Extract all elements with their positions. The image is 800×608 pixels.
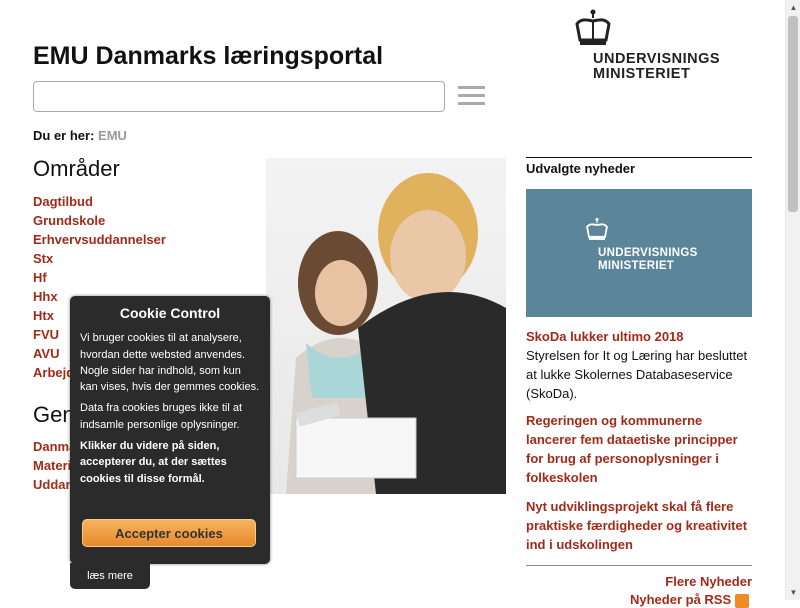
search-input[interactable] xyxy=(33,81,445,112)
area-link[interactable]: Stx xyxy=(33,249,212,268)
news-image-logo-line2: MINISTERIET xyxy=(598,260,675,272)
news-item: Nyt udviklingsprojekt skal få flere prak… xyxy=(526,497,752,554)
site-title[interactable]: EMU Danmarks læringsportal xyxy=(33,42,383,71)
ministry-logo[interactable]: UNDERVISNINGS MINISTERIET xyxy=(573,8,743,88)
areas-heading: Områder xyxy=(33,156,120,181)
cookie-text: Data fra cookies bruges ikke til at inds… xyxy=(80,402,243,431)
news-image[interactable]: UNDERVISNINGS MINISTERIET xyxy=(526,189,752,317)
news-item: SkoDa lukker ultimo 2018 Styrelsen for I… xyxy=(526,327,752,403)
crown-icon xyxy=(586,217,608,240)
breadcrumb-label: Du er her: xyxy=(33,128,95,143)
scroll-down-arrow-icon[interactable]: ▼ xyxy=(786,585,800,600)
read-more-button[interactable]: læs mere xyxy=(70,563,150,589)
news-item-title[interactable]: SkoDa lukker ultimo 2018 xyxy=(526,327,752,346)
scrollbar-thumb[interactable] xyxy=(788,16,798,212)
more-news-link[interactable]: Flere Nyheder xyxy=(526,565,752,589)
cookie-title: Cookie Control xyxy=(119,305,221,321)
cookie-control-dialog: Cookie Control Vi bruger cookies til at … xyxy=(70,296,270,564)
rss-icon xyxy=(735,593,750,608)
news-item-title[interactable]: Regeringen og kommunerne lancerer fem da… xyxy=(526,411,752,487)
hamburger-menu-icon[interactable] xyxy=(458,86,485,106)
area-link[interactable]: Erhvervsuddannelser xyxy=(33,230,212,249)
news-section: Udvalgte nyheder UNDERVISNINGS MINISTERI… xyxy=(526,157,752,554)
area-link[interactable]: Hf xyxy=(33,268,212,287)
area-link[interactable]: Dagtilbud xyxy=(33,192,212,211)
news-heading: Udvalgte nyheder xyxy=(526,161,636,176)
vertical-scrollbar[interactable]: ▲ ▼ xyxy=(785,0,800,600)
hero-students-image xyxy=(266,158,506,494)
cookie-consent-text: Klikker du videre på siden, accepterer d… xyxy=(80,440,227,485)
scroll-up-arrow-icon[interactable]: ▲ xyxy=(786,0,800,15)
logo-line2: MINISTERIET xyxy=(593,66,691,82)
news-item: Regeringen og kommunerne lancerer fem da… xyxy=(526,411,752,487)
area-link[interactable]: Grundskole xyxy=(33,211,212,230)
crown-icon xyxy=(575,9,611,45)
news-item-title[interactable]: Nyt udviklingsprojekt skal få flere prak… xyxy=(526,497,752,554)
cookie-text: Vi bruger cookies til at analysere, hvor… xyxy=(80,332,260,394)
accept-cookies-button[interactable]: Accepter cookies xyxy=(82,519,256,547)
breadcrumb-current[interactable]: EMU xyxy=(98,128,127,143)
news-image-logo-line1: UNDERVISNINGS xyxy=(598,247,698,259)
news-item-text: Styrelsen for It og Læring har besluttet… xyxy=(526,348,748,401)
breadcrumb: Du er her: EMU xyxy=(33,128,127,143)
logo-line1: UNDERVISNINGS xyxy=(593,51,721,67)
